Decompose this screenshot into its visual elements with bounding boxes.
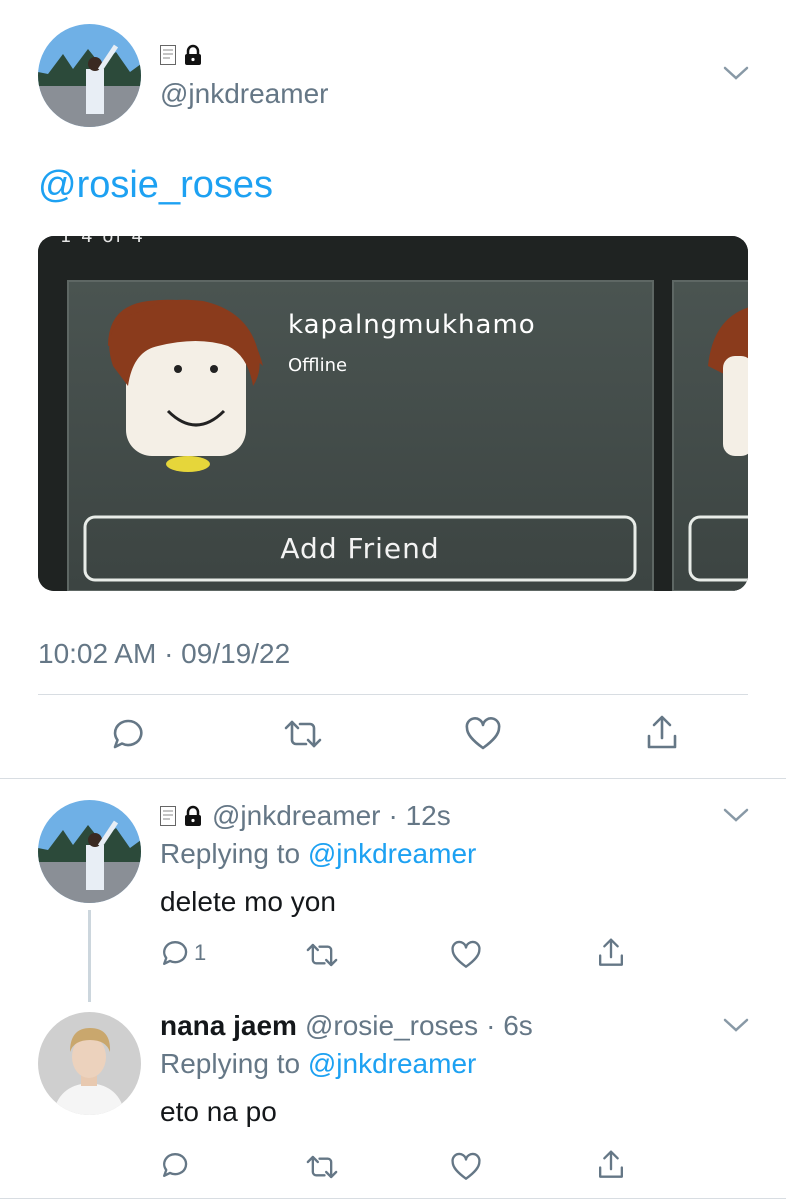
image-top-text: 1 4 of 4 bbox=[60, 236, 145, 247]
like-button[interactable] bbox=[450, 940, 482, 970]
retweet-icon bbox=[306, 1155, 338, 1179]
retweet-icon bbox=[306, 943, 338, 967]
avatar[interactable] bbox=[38, 1012, 141, 1115]
replying-to: Replying to @jnkdreamer bbox=[160, 838, 476, 870]
reply-button[interactable] bbox=[110, 716, 146, 752]
user-badges bbox=[160, 805, 204, 827]
reply-button[interactable]: 1 bbox=[160, 938, 206, 968]
chevron-down-icon[interactable] bbox=[722, 806, 750, 829]
retweet-button[interactable] bbox=[304, 1152, 340, 1182]
comment-icon bbox=[113, 719, 143, 749]
reply-header: @jnkdreamer · 12s bbox=[160, 800, 451, 832]
tweet-timestamp[interactable]: 10:02 AM · 09/19/22 bbox=[38, 638, 290, 670]
share-button[interactable] bbox=[596, 936, 626, 970]
heart-icon bbox=[451, 1152, 481, 1180]
avatar[interactable] bbox=[38, 24, 141, 127]
like-button[interactable] bbox=[450, 1152, 482, 1182]
user-handle[interactable]: @rosie_roses bbox=[305, 1010, 478, 1042]
tweet-text: eto na po bbox=[160, 1096, 277, 1127]
replying-to-handle[interactable]: @jnkdreamer bbox=[308, 838, 476, 869]
lock-icon bbox=[185, 44, 201, 65]
share-icon bbox=[647, 715, 677, 749]
reply-header: nana jaem @rosie_roses · 6s bbox=[160, 1010, 533, 1042]
replying-to: Replying to @jnkdreamer bbox=[160, 1048, 476, 1080]
share-icon bbox=[599, 1150, 623, 1178]
tweet-time: · 12s bbox=[388, 800, 451, 831]
bottom-divider bbox=[0, 1198, 786, 1199]
image-username: kapalngmukhamo bbox=[288, 310, 536, 340]
retweet-icon bbox=[284, 720, 322, 748]
replying-to-label: Replying to bbox=[160, 1048, 301, 1079]
retweet-button[interactable] bbox=[304, 940, 340, 970]
document-emoji-icon bbox=[160, 45, 176, 65]
tweet-time: · 6s bbox=[486, 1010, 533, 1041]
tweet-image[interactable]: 1 4 of 4 kapalngmukhamo Offline Add Frie… bbox=[38, 236, 748, 591]
replying-to-handle[interactable]: @jnkdreamer bbox=[308, 1048, 476, 1079]
section-divider bbox=[0, 778, 786, 779]
share-icon bbox=[599, 938, 623, 966]
lock-icon bbox=[185, 805, 201, 826]
heart-icon bbox=[451, 940, 481, 968]
mention-link[interactable]: @rosie_roses bbox=[38, 164, 273, 207]
avatar[interactable] bbox=[38, 800, 141, 903]
retweet-button[interactable] bbox=[282, 716, 324, 752]
image-status: Offline bbox=[288, 355, 348, 376]
display-name[interactable]: nana jaem bbox=[160, 1010, 297, 1042]
user-handle[interactable]: @jnkdreamer bbox=[212, 800, 380, 832]
image-add-friend-button: Add Friend bbox=[280, 532, 440, 565]
user-handle[interactable]: @jnkdreamer bbox=[160, 78, 328, 110]
divider bbox=[38, 694, 748, 695]
replying-to-label: Replying to bbox=[160, 838, 301, 869]
tweet-text: delete mo yon bbox=[160, 886, 336, 917]
share-button[interactable] bbox=[644, 714, 680, 752]
document-emoji-icon bbox=[160, 806, 176, 826]
chevron-down-icon[interactable] bbox=[722, 1016, 750, 1039]
comment-icon bbox=[163, 940, 188, 965]
chevron-down-icon[interactable] bbox=[722, 64, 750, 87]
like-button[interactable] bbox=[464, 716, 502, 752]
share-button[interactable] bbox=[596, 1148, 626, 1182]
heart-icon bbox=[465, 717, 501, 750]
reply-count: 1 bbox=[194, 940, 207, 965]
thread-line bbox=[88, 910, 91, 1002]
reply-button[interactable] bbox=[160, 1150, 190, 1180]
comment-icon bbox=[163, 1152, 188, 1177]
user-badges bbox=[160, 44, 204, 66]
